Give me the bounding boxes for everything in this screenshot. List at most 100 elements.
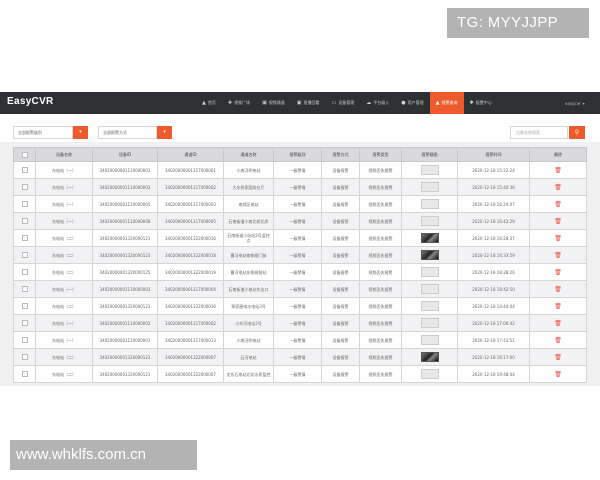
nav-item-gear[interactable]: ✱ 配置中心 — [464, 92, 498, 114]
checkbox[interactable] — [21, 184, 28, 190]
trash-icon[interactable]: 🗑 — [554, 184, 562, 191]
cell-type: 视频丢失报警 — [359, 297, 402, 315]
column-header: 通道名称 — [223, 147, 274, 162]
cell-snapshot[interactable] — [401, 314, 458, 332]
cell-delete[interactable]: 🗑 — [529, 178, 587, 196]
row-checkbox-cell[interactable] — [13, 229, 36, 247]
trash-icon[interactable]: 🗑 — [554, 286, 562, 293]
chevron-down-icon[interactable]: ▾ — [73, 126, 88, 139]
checkbox[interactable] — [21, 303, 28, 309]
checkbox[interactable] — [21, 167, 28, 173]
cell-time: 2020-12-18 17:00:42 — [457, 314, 530, 332]
chevron-down-icon[interactable]: ▾ — [157, 126, 172, 139]
cell-delete[interactable]: 🗑 — [529, 161, 587, 179]
row-checkbox-cell[interactable] — [13, 246, 36, 264]
checkbox[interactable] — [21, 269, 28, 275]
alarm-snapshot-thumbnail[interactable] — [420, 250, 439, 260]
alarm-snapshot-thumbnail[interactable] — [420, 182, 439, 192]
trash-icon[interactable]: 🗑 — [554, 354, 562, 361]
trash-icon[interactable]: 🗑 — [554, 167, 562, 174]
alarm-snapshot-thumbnail[interactable] — [420, 233, 439, 243]
nav-item-cloud[interactable]: ☁ 平台级入 — [360, 92, 395, 114]
user-menu[interactable]: easycvr ▾ — [565, 92, 585, 114]
row-checkbox-cell[interactable] — [13, 331, 36, 349]
row-checkbox-cell[interactable] — [13, 297, 36, 315]
select-all-checkbox[interactable] — [13, 147, 36, 162]
trash-icon[interactable]: 🗑 — [554, 269, 562, 276]
checkbox[interactable] — [21, 151, 28, 158]
checkbox[interactable] — [21, 286, 28, 292]
trash-icon[interactable]: 🗑 — [554, 218, 562, 225]
cell-snapshot[interactable] — [401, 331, 458, 349]
trash-icon[interactable]: 🗑 — [554, 337, 562, 344]
checkbox[interactable] — [21, 201, 28, 207]
row-checkbox-cell[interactable] — [13, 161, 36, 179]
checkbox[interactable] — [21, 252, 28, 258]
cell-delete[interactable]: 🗑 — [529, 195, 587, 213]
cell-snapshot[interactable] — [401, 348, 458, 366]
row-checkbox-cell[interactable] — [13, 365, 36, 383]
cell-delete[interactable]: 🗑 — [529, 280, 587, 298]
cell-snapshot[interactable] — [401, 365, 458, 383]
nav-item-video[interactable]: ▣ 视频通道 — [256, 92, 291, 114]
checkbox[interactable] — [21, 320, 28, 326]
row-checkbox-cell[interactable] — [13, 348, 36, 366]
checkbox[interactable] — [21, 337, 28, 343]
cell-snapshot[interactable] — [401, 161, 458, 179]
alarm-method-select[interactable]: 全部报警方式 — [98, 126, 157, 139]
cell-delete[interactable]: 🗑 — [529, 212, 587, 230]
checkbox[interactable] — [21, 235, 28, 241]
alarm-snapshot-thumbnail[interactable] — [420, 318, 439, 328]
alarm-snapshot-thumbnail[interactable] — [420, 267, 439, 277]
search-input[interactable]: 设备名称搜索 — [510, 126, 568, 139]
nav-item-device[interactable]: ▭ 设备管理 — [326, 92, 361, 114]
alarm-snapshot-thumbnail[interactable] — [420, 301, 439, 311]
trash-icon[interactable]: 🗑 — [554, 235, 562, 242]
cell-snapshot[interactable] — [401, 263, 458, 281]
cell-snapshot[interactable] — [401, 229, 458, 247]
cell-delete[interactable]: 🗑 — [529, 348, 587, 366]
cell-snapshot[interactable] — [401, 280, 458, 298]
cell-snapshot[interactable] — [401, 212, 458, 230]
row-checkbox-cell[interactable] — [13, 212, 36, 230]
trash-icon[interactable]: 🗑 — [554, 303, 562, 310]
cell-delete[interactable]: 🗑 — [529, 246, 587, 264]
cell-snapshot[interactable] — [401, 178, 458, 196]
alarm-snapshot-thumbnail[interactable] — [420, 352, 439, 362]
cell-delete[interactable]: 🗑 — [529, 263, 587, 281]
row-checkbox-cell[interactable] — [13, 195, 36, 213]
row-checkbox-cell[interactable] — [13, 280, 36, 298]
checkbox[interactable] — [21, 218, 28, 224]
cell-delete[interactable]: 🗑 — [529, 331, 587, 349]
trash-icon[interactable]: 🗑 — [554, 201, 562, 208]
cell-snapshot[interactable] — [401, 195, 458, 213]
checkbox[interactable] — [21, 371, 28, 377]
cell-delete[interactable]: 🗑 — [529, 365, 587, 383]
row-checkbox-cell[interactable] — [13, 314, 36, 332]
cell-delete[interactable]: 🗑 — [529, 229, 587, 247]
cell-device-id: 34020000001320000125 — [92, 263, 158, 281]
cell-snapshot[interactable] — [401, 246, 458, 264]
alarm-snapshot-thumbnail[interactable] — [420, 284, 439, 294]
trash-icon[interactable]: 🗑 — [554, 320, 562, 327]
nav-item-playback[interactable]: ▣ 直播回看 — [291, 92, 326, 114]
row-checkbox-cell[interactable] — [13, 263, 36, 281]
alarm-snapshot-thumbnail[interactable] — [420, 165, 439, 175]
search-icon[interactable]: ⚲ — [569, 126, 585, 139]
alarm-level-select[interactable]: 全部报警级别 — [13, 126, 73, 139]
nav-item-alarm[interactable]: ▲ 报警查询 — [429, 92, 464, 114]
checkbox[interactable] — [21, 354, 28, 360]
nav-item-user[interactable]: ● 用户管理 — [395, 92, 429, 114]
alarm-snapshot-thumbnail[interactable] — [420, 335, 439, 345]
alarm-snapshot-thumbnail[interactable] — [420, 369, 439, 379]
row-checkbox-cell[interactable] — [13, 178, 36, 196]
alarm-snapshot-thumbnail[interactable] — [420, 199, 439, 209]
trash-icon[interactable]: 🗑 — [554, 371, 562, 378]
cell-snapshot[interactable] — [401, 297, 458, 315]
alarm-snapshot-thumbnail[interactable] — [420, 216, 439, 226]
cell-delete[interactable]: 🗑 — [529, 314, 587, 332]
cell-delete[interactable]: 🗑 — [529, 297, 587, 315]
nav-item-grid[interactable]: ✚ 视频广场 — [222, 92, 256, 114]
nav-item-home[interactable]: ▲ 首页 — [196, 92, 222, 114]
trash-icon[interactable]: 🗑 — [554, 252, 562, 259]
